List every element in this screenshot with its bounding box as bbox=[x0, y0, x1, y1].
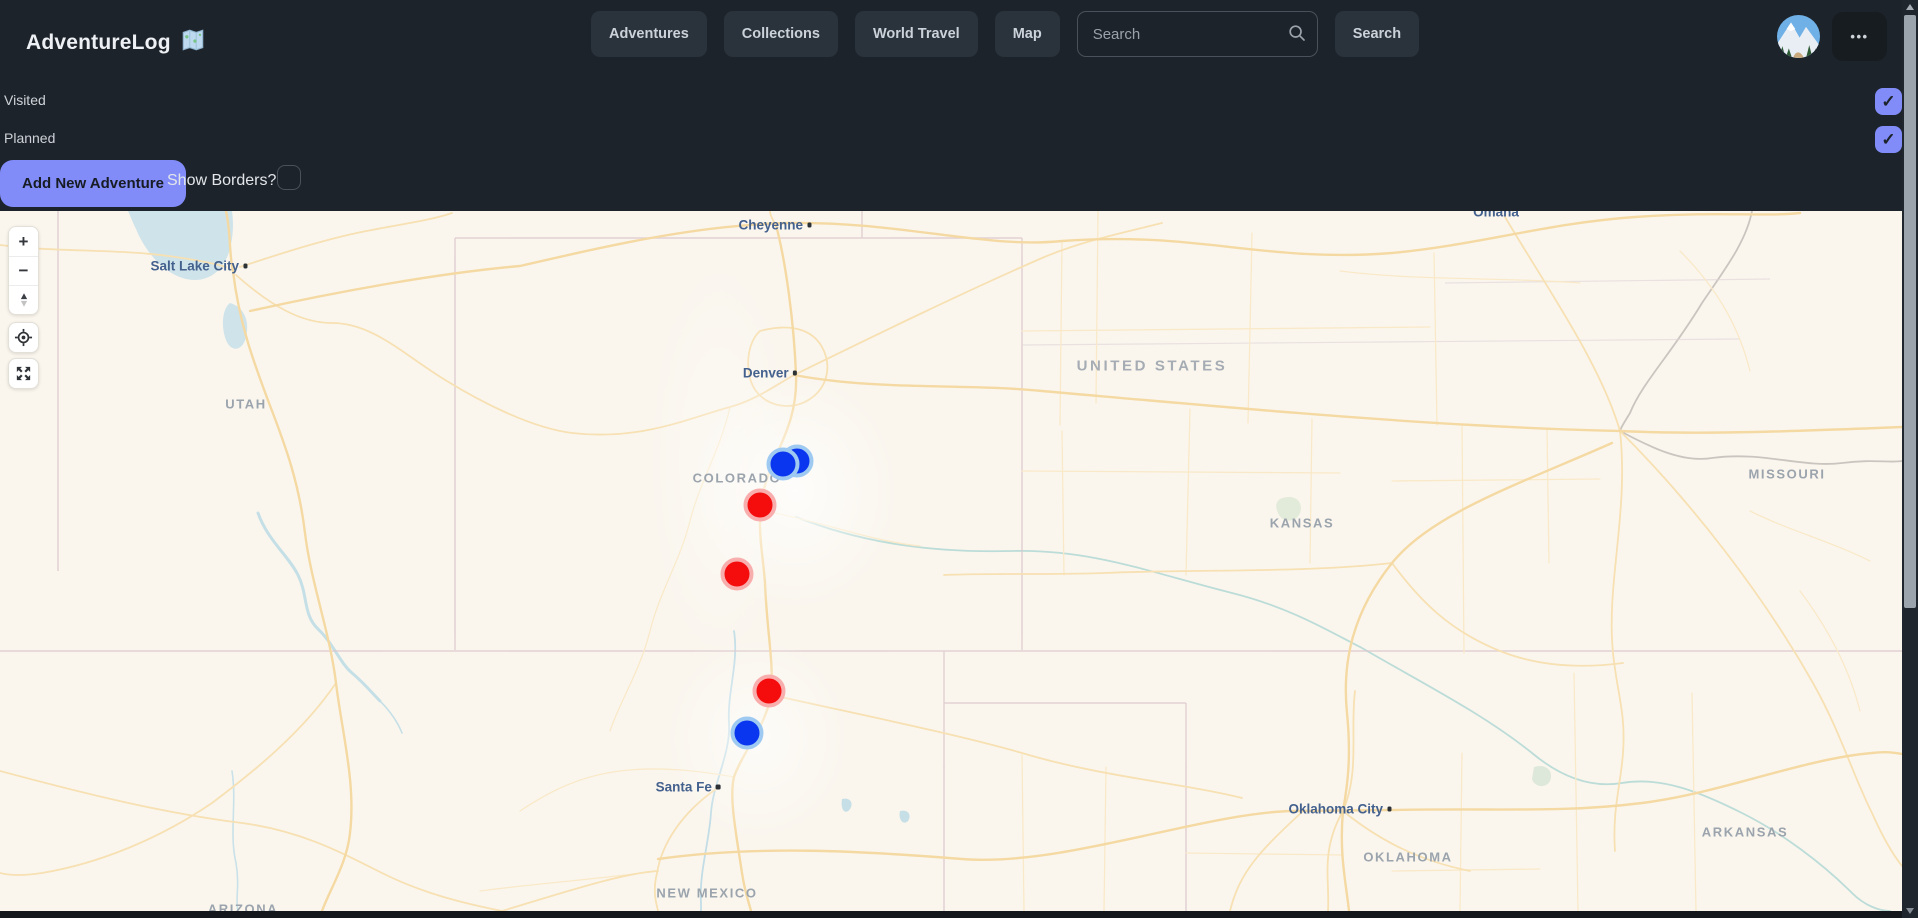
app-header: AdventureLog Adventures Collections Worl… bbox=[0, 0, 1902, 211]
nav-adventures[interactable]: Adventures bbox=[591, 11, 707, 57]
city-label-cheyenne: Cheyenne bbox=[738, 218, 811, 233]
state-label-arkansas: ARKANSAS bbox=[1702, 825, 1788, 840]
check-icon: ✓ bbox=[1881, 130, 1895, 150]
check-icon: ✓ bbox=[1881, 92, 1895, 112]
map-zoom-controls: + − bbox=[8, 226, 39, 315]
state-label-arizona: ARIZONA bbox=[208, 902, 278, 912]
scroll-up-arrow[interactable] bbox=[1906, 4, 1914, 10]
adventure-marker-blue[interactable] bbox=[767, 448, 800, 481]
map-canvas[interactable]: UTAHCOLORADOUNITED STATESKANSASMISSOURIN… bbox=[0, 211, 1902, 911]
city-label-omaha: Omaha bbox=[1473, 211, 1519, 220]
adventure-marker-red[interactable] bbox=[744, 489, 777, 522]
user-avatar[interactable] bbox=[1777, 15, 1820, 58]
state-label-missouri: MISSOURI bbox=[1748, 467, 1825, 482]
map-annotations: UTAHCOLORADOUNITED STATESKANSASMISSOURIN… bbox=[0, 211, 1902, 911]
app-title: AdventureLog bbox=[26, 31, 171, 55]
scrollbar-thumb[interactable] bbox=[1904, 15, 1916, 608]
visited-checkbox[interactable]: ✓ bbox=[1875, 88, 1902, 115]
search-button[interactable]: Search bbox=[1335, 11, 1419, 57]
state-label-united-states: UNITED STATES bbox=[1077, 358, 1228, 375]
show-borders-checkbox[interactable] bbox=[277, 165, 301, 190]
search-input[interactable] bbox=[1077, 11, 1318, 57]
map-emoji-icon bbox=[180, 27, 206, 58]
zoom-out-button[interactable]: − bbox=[9, 256, 38, 285]
bottom-strip bbox=[0, 911, 1902, 918]
scroll-down-arrow[interactable] bbox=[1906, 908, 1914, 914]
compass-icon[interactable] bbox=[9, 285, 38, 314]
main-nav: Adventures Collections World Travel Map … bbox=[591, 11, 1419, 57]
city-dot bbox=[793, 371, 798, 376]
adventurelog-app: AdventureLog Adventures Collections Worl… bbox=[0, 0, 1918, 918]
city-dot bbox=[1387, 807, 1392, 812]
zoom-in-button[interactable]: + bbox=[9, 227, 38, 256]
city-label-santa-fe: Santa Fe bbox=[656, 780, 721, 795]
state-label-utah: UTAH bbox=[225, 397, 267, 412]
locate-button[interactable] bbox=[8, 322, 39, 353]
city-label-salt-lake-city: Salt Lake City bbox=[150, 259, 247, 274]
city-label-denver: Denver bbox=[743, 366, 797, 381]
city-dot bbox=[716, 785, 721, 790]
city-dot bbox=[243, 264, 248, 269]
city-dot bbox=[807, 223, 812, 228]
city-label-oklahoma-city: Oklahoma City bbox=[1288, 802, 1391, 817]
planned-checkbox[interactable]: ✓ bbox=[1875, 126, 1902, 153]
visited-label: Visited bbox=[4, 92, 46, 108]
fullscreen-button[interactable] bbox=[8, 358, 39, 389]
state-label-new-mexico: NEW MEXICO bbox=[656, 886, 757, 901]
nav-map[interactable]: Map bbox=[995, 11, 1060, 57]
overflow-menu-button[interactable]: ••• bbox=[1832, 12, 1887, 61]
nav-collections[interactable]: Collections bbox=[724, 11, 838, 57]
search-box bbox=[1077, 11, 1318, 57]
add-new-adventure-button[interactable]: Add New Adventure bbox=[0, 160, 186, 207]
app-logo[interactable]: AdventureLog bbox=[26, 27, 206, 58]
planned-label: Planned bbox=[4, 130, 55, 146]
state-label-kansas: KANSAS bbox=[1270, 516, 1335, 531]
adventure-marker-blue[interactable] bbox=[731, 717, 764, 750]
search-icon bbox=[1287, 23, 1307, 48]
adventure-marker-red[interactable] bbox=[721, 558, 754, 591]
adventure-marker-red[interactable] bbox=[753, 675, 786, 708]
page-scrollbar bbox=[1902, 0, 1918, 918]
state-label-oklahoma: OKLAHOMA bbox=[1363, 850, 1452, 865]
nav-world-travel[interactable]: World Travel bbox=[855, 11, 978, 57]
show-borders-label: Show Borders? bbox=[167, 172, 276, 190]
